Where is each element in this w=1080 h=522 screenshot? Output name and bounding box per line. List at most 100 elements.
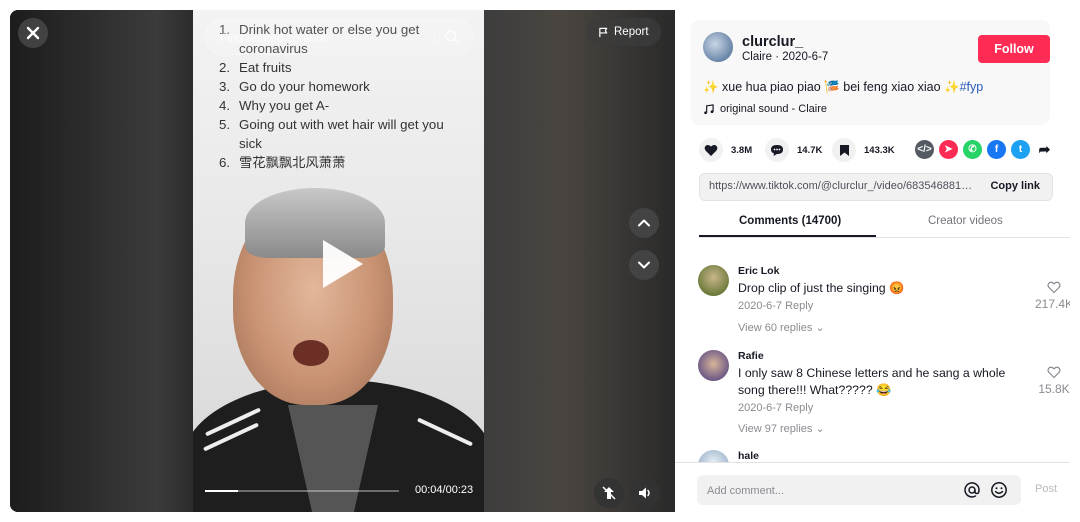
report-label: Report bbox=[614, 26, 649, 38]
video-frame[interactable]: 1. Drink hot water or else you get corona… bbox=[193, 10, 484, 512]
bookmark-icon bbox=[839, 144, 849, 156]
close-icon bbox=[26, 26, 40, 40]
lyric-line: 3. Go do your homework bbox=[219, 79, 370, 94]
search-input[interactable] bbox=[218, 20, 422, 56]
comment-meta: 2020-6-7 Reply bbox=[738, 402, 813, 414]
sound-link[interactable]: original sound - Claire bbox=[703, 103, 827, 115]
comment-item: Rafie I only saw 8 Chinese letters and h… bbox=[698, 350, 1070, 440]
mention-icon[interactable] bbox=[963, 481, 981, 499]
floating-player-button[interactable] bbox=[594, 478, 624, 508]
chevron-down-icon bbox=[638, 261, 650, 269]
send-icon[interactable]: ➤ bbox=[939, 140, 958, 159]
person-hair bbox=[245, 188, 385, 258]
embed-icon[interactable]: </> bbox=[915, 140, 934, 159]
report-button[interactable]: Report bbox=[586, 18, 661, 46]
video-detail-modal: 1. Drink hot water or else you get corona… bbox=[10, 10, 1070, 512]
commenter-avatar[interactable] bbox=[698, 450, 729, 462]
volume-button[interactable] bbox=[630, 478, 660, 508]
view-replies-label: View 60 replies bbox=[738, 322, 813, 334]
comment-box[interactable] bbox=[697, 475, 1021, 507]
next-video-button[interactable] bbox=[629, 250, 659, 280]
previous-video-button[interactable] bbox=[629, 208, 659, 238]
save-count: 143.3K bbox=[864, 144, 895, 156]
heart-outline-icon[interactable] bbox=[1047, 366, 1061, 379]
comment-action[interactable]: 14.7K bbox=[765, 138, 822, 162]
lyric-line: 6. 雪花飘飘北风萧萧 bbox=[219, 155, 346, 170]
video-time: 00:04/00:23 bbox=[415, 484, 474, 496]
flag-icon bbox=[599, 27, 608, 37]
video-player-area[interactable]: 1. Drink hot water or else you get corona… bbox=[10, 10, 675, 512]
reply-button[interactable]: Reply bbox=[785, 300, 813, 312]
music-note-icon bbox=[704, 103, 714, 114]
search-bar[interactable] bbox=[205, 19, 473, 56]
comment-item: Eric Lok Drop clip of just the singing 😡… bbox=[698, 265, 1070, 335]
share-arrow-icon[interactable]: ➦ bbox=[1035, 140, 1054, 159]
action-bar: 3.8M 14.7K 143.3K </> ➤ ✆ f t ➦ bbox=[699, 138, 1054, 162]
close-button[interactable] bbox=[18, 18, 48, 48]
video-link-url[interactable]: https://www.tiktok.com/@clurclur_/video/… bbox=[709, 180, 977, 192]
lyric-line: 2. Eat fruits bbox=[219, 60, 292, 75]
like-button[interactable] bbox=[699, 138, 723, 162]
heart-outline-icon[interactable] bbox=[1047, 281, 1061, 294]
lyric-line: 4. Why you get A- bbox=[219, 98, 330, 113]
save-button[interactable] bbox=[832, 138, 856, 162]
view-replies-label: View 97 replies bbox=[738, 423, 813, 435]
comment-input[interactable] bbox=[705, 475, 949, 507]
follow-button[interactable]: Follow bbox=[978, 35, 1050, 63]
commenter-name[interactable]: hale bbox=[738, 450, 759, 462]
comment-button[interactable] bbox=[765, 138, 789, 162]
reply-button[interactable]: Reply bbox=[785, 402, 813, 414]
comment-like[interactable]: 217.4K bbox=[1024, 281, 1070, 311]
lyric-line: 5. Going out with wet hair will get you s… bbox=[219, 117, 444, 151]
hashtag-link[interactable]: #fyp bbox=[960, 80, 984, 94]
search-divider bbox=[434, 28, 435, 46]
tab-comments[interactable]: Comments (14700) bbox=[739, 215, 841, 227]
details-panel: clurclur_ Claire · 2020-6-7 Follow ✨ xue… bbox=[675, 10, 1070, 512]
comment-date: 2020-6-7 bbox=[738, 402, 783, 414]
author-avatar[interactable] bbox=[703, 32, 733, 62]
tab-creator-videos[interactable]: Creator videos bbox=[928, 215, 1003, 227]
video-progress-bar[interactable] bbox=[205, 490, 399, 492]
emoji-icon[interactable] bbox=[990, 481, 1008, 499]
chevron-down-icon: ⌄ bbox=[815, 322, 825, 334]
save-action[interactable]: 143.3K bbox=[832, 138, 895, 162]
comment-meta: 2020-6-7 Reply bbox=[738, 300, 813, 312]
facebook-icon[interactable]: f bbox=[987, 140, 1006, 159]
twitter-icon[interactable]: t bbox=[1011, 140, 1030, 159]
comment-count: 14.7K bbox=[797, 144, 823, 156]
commenter-name[interactable]: Eric Lok bbox=[738, 265, 779, 277]
like-count: 3.8M bbox=[731, 144, 753, 156]
comment-text: Drop clip of just the singing 😡 bbox=[738, 281, 905, 295]
comment-date: 2020-6-7 bbox=[738, 300, 783, 312]
view-replies-button[interactable]: View 60 replies ⌄ bbox=[738, 321, 825, 334]
commenter-avatar[interactable] bbox=[698, 350, 729, 381]
comment-like-count: 15.8K bbox=[1038, 382, 1070, 396]
comment-like-count: 217.4K bbox=[1034, 297, 1070, 311]
comments-list[interactable]: Eric Lok Drop clip of just the singing 😡… bbox=[675, 238, 1070, 462]
like-action[interactable]: 3.8M bbox=[699, 138, 752, 162]
caption-text: xue hua piao piao 🎏 bei feng xiao xiao bbox=[718, 80, 945, 94]
comment-item: hale bbox=[698, 450, 1058, 462]
sound-label: original sound - Claire bbox=[720, 103, 827, 115]
whatsapp-icon[interactable]: ✆ bbox=[963, 140, 982, 159]
author-info-card: clurclur_ Claire · 2020-6-7 Follow ✨ xue… bbox=[691, 20, 1050, 125]
floating-player-icon bbox=[602, 486, 616, 500]
author-username[interactable]: clurclur_ bbox=[742, 34, 803, 50]
volume-icon bbox=[639, 487, 650, 499]
add-comment-bar: Post bbox=[675, 462, 1070, 512]
view-replies-button[interactable]: View 97 replies ⌄ bbox=[738, 422, 825, 435]
play-icon[interactable] bbox=[323, 240, 363, 288]
copy-link-button[interactable]: Copy link bbox=[990, 180, 1040, 192]
video-link-row: https://www.tiktok.com/@clurclur_/video/… bbox=[699, 173, 1053, 201]
video-caption: ✨ xue hua piao piao 🎏 bei feng xiao xiao… bbox=[703, 80, 983, 95]
search-icon[interactable] bbox=[443, 28, 461, 46]
commenter-avatar[interactable] bbox=[698, 265, 729, 296]
comment-text: I only saw 8 Chinese letters and he sang… bbox=[738, 366, 1006, 397]
comment-like[interactable]: 15.8K bbox=[1024, 366, 1070, 396]
active-tab-indicator bbox=[699, 235, 876, 237]
post-button[interactable]: Post bbox=[1035, 483, 1057, 495]
commenter-name[interactable]: Rafie bbox=[738, 350, 764, 362]
author-subline: Claire · 2020-6-7 bbox=[742, 51, 829, 63]
blurred-background-left bbox=[10, 10, 193, 512]
chevron-down-icon: ⌄ bbox=[815, 423, 825, 435]
